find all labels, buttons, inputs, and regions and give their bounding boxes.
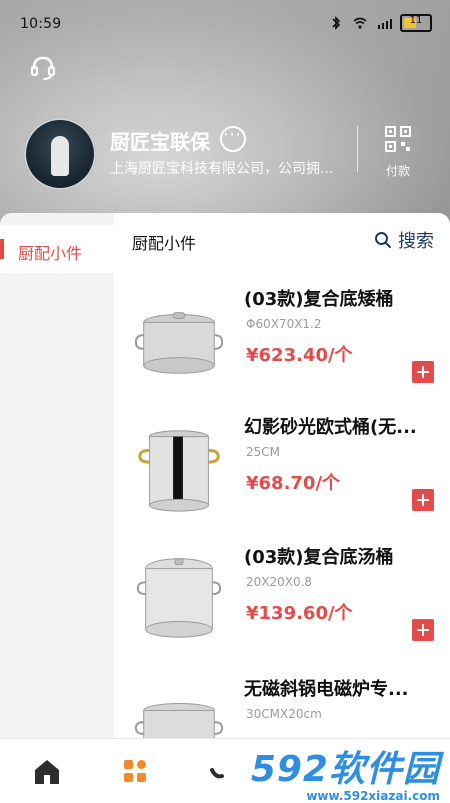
sidebar-item-label: 厨配小件 [18,244,83,263]
search-button[interactable]: 搜索 [374,227,434,253]
main-panel: 厨配小件 厨配小件 搜索 (03款)复合底矮桶 Φ60X70X1.2 ¥623.… [0,213,450,738]
battery-level: 11 [409,15,423,26]
grid-icon[interactable] [118,754,152,788]
product-spec: Φ60X70X1.2 [246,317,322,331]
signal-icon [378,19,392,29]
search-icon [375,232,391,248]
store-description: 上海厨匠宝科技有限公司，公司拥... [110,161,334,177]
wifi-icon [353,17,367,29]
product-spec: 30CMX20cm [246,707,322,721]
qr-code-icon [385,126,411,152]
product-price: ¥139.60/个 [246,603,353,624]
store-name: 厨匠宝联保 [110,130,210,154]
home-icon[interactable] [30,754,64,788]
status-bar: 10:59 11 [0,0,450,48]
bottom-navigation: 592软件园 www.592xiazai.com [0,738,450,803]
add-to-cart-button[interactable] [412,489,434,511]
status-icons: 11 [328,14,432,32]
watermark-url: www.592xiazai.com [306,789,440,803]
product-item[interactable]: 幻影砂光欧式桶(无... 25CM ¥68.70/个 [114,411,450,539]
watermark: 592软件园 www.592xiazai.com [251,752,440,803]
stock-pot-icon [134,312,224,374]
bluetooth-icon [332,16,341,30]
pay-label: 付款 [385,164,410,178]
stock-pot-icon [136,558,222,638]
product-price: ¥68.70/个 [246,473,341,494]
product-item[interactable]: (03款)复合底汤桶 20X20X0.8 ¥139.60/个 [114,541,450,669]
status-time: 10:59 [20,16,62,32]
stock-pot-icon [138,430,220,512]
more-options-icon[interactable] [220,124,246,152]
pay-button[interactable]: 付款 [374,126,422,180]
active-indicator [0,239,4,259]
product-name: (03款)复合底汤桶 [244,547,394,568]
watermark-brand: 592软件园 [251,752,440,788]
watermark-brand-cn: 软件园 [328,749,440,790]
category-sidebar: 厨配小件 [0,213,114,738]
product-item[interactable]: (03款)复合底矮桶 Φ60X70X1.2 ¥623.40/个 [114,283,450,411]
product-name: (03款)复合底矮桶 [244,289,394,310]
watermark-brand-num: 592 [250,749,329,790]
partial-icon[interactable] [206,754,240,788]
product-price: ¥623.40/个 [246,345,353,366]
search-label: 搜索 [398,231,434,252]
add-to-cart-button[interactable] [412,361,434,383]
product-name: 幻影砂光欧式桶(无... [244,417,417,438]
avatar-person [51,136,69,176]
product-spec: 20X20X0.8 [246,575,313,589]
stock-pot-icon [134,703,224,738]
product-item[interactable]: 无磁斜锅电磁炉专... 30CMX20cm [114,673,450,738]
battery-icon: 11 [400,14,432,32]
store-info: 厨匠宝联保 上海厨匠宝科技有限公司，公司拥... 付款 [24,118,434,190]
category-title: 厨配小件 [132,234,197,253]
product-list-area: 厨配小件 搜索 (03款)复合底矮桶 Φ60X70X1.2 ¥623.40/个 [114,213,450,738]
add-to-cart-button[interactable] [412,619,434,641]
product-name: 无磁斜锅电磁炉专... [244,679,409,700]
customer-service-icon[interactable] [28,52,58,82]
pay-divider [357,126,358,172]
store-avatar[interactable] [24,118,96,190]
sidebar-item-kitchen-accessories[interactable]: 厨配小件 [0,225,114,273]
product-spec: 25CM [246,445,281,459]
